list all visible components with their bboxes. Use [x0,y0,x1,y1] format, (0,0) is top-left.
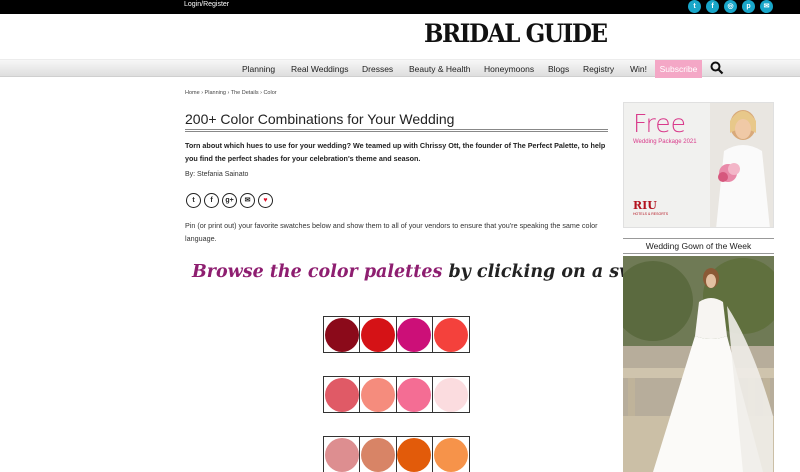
palette-row[interactable] [323,316,470,353]
color-swatch[interactable] [324,317,359,352]
sidebar-ad[interactable]: Free Wedding Package 2021 RIU HOTELS & R… [623,102,774,228]
ad-brand-subtext: HOTELS & RESORTS [633,212,669,216]
color-swatch[interactable] [324,437,359,472]
swatch-cell[interactable] [433,437,469,472]
swatch-cell[interactable] [397,317,433,352]
nav-item-planning[interactable]: Planning [242,64,275,74]
color-swatch[interactable] [433,317,468,352]
swatch-cell[interactable] [433,377,469,412]
google-plus-icon[interactable]: g+ [222,193,237,208]
twitter-icon[interactable]: t [186,193,201,208]
color-swatch[interactable] [324,377,359,412]
swatch-cell[interactable] [324,317,361,352]
pin-instructions: Pin (or print out) your favorite swatche… [185,221,598,243]
swatch-cell[interactable] [360,377,397,412]
swatch-cell[interactable] [360,317,397,352]
facebook-icon[interactable]: f [706,0,719,13]
color-swatch[interactable] [360,437,395,472]
nav-item-real-weddings[interactable]: Real Weddings [291,64,349,74]
gown-of-week-heading: Wedding Gown of the Week [623,238,774,254]
site-logo[interactable]: BRIDAL GUIDE [424,19,608,48]
nav-item-dresses[interactable]: Dresses [362,64,393,74]
pinterest-icon[interactable]: p [742,0,755,13]
search-icon[interactable] [710,61,724,75]
swatch-cell[interactable] [324,437,361,472]
byline: By: Stefania Sainato [185,171,249,178]
color-swatch[interactable] [397,317,432,352]
ad-brand-logo: RIU [633,199,657,212]
color-swatch[interactable] [433,437,468,472]
main-nav: Planning Real Weddings Dresses Beauty & … [0,59,800,78]
nav-item-blogs[interactable]: Blogs [548,64,569,74]
ad-title: Free [633,109,687,138]
email-icon[interactable]: ✉ [240,193,255,208]
share-buttons: t f g+ ✉ ♥ [186,193,273,208]
color-swatch[interactable] [360,377,395,412]
color-swatch[interactable] [433,377,468,412]
subscribe-button[interactable]: Subscribe [655,60,702,78]
facebook-icon[interactable]: f [204,193,219,208]
color-swatch[interactable] [397,437,432,472]
login-register-link[interactable]: Login/Register [184,1,229,8]
email-icon[interactable]: ✉ [760,0,773,13]
instagram-icon[interactable]: ◎ [724,0,737,13]
nav-item-win[interactable]: Win! [630,64,647,74]
swatch-cell[interactable] [433,317,469,352]
gown-photo[interactable] [623,256,774,472]
palette-row[interactable] [323,436,470,472]
page-title: 200+ Color Combinations for Your Wedding [185,111,455,127]
nav-item-beauty-health[interactable]: Beauty & Health [409,64,470,74]
bride-photo [710,103,773,227]
twitter-icon[interactable]: t [688,0,701,13]
title-divider [185,129,608,132]
swatch-cell[interactable] [397,377,433,412]
social-links: t f ◎ p ✉ [688,0,773,13]
swatch-cell[interactable] [360,437,397,472]
color-swatch[interactable] [360,317,395,352]
browse-heading-part1: Browse the color palettes [192,262,443,282]
breadcrumb[interactable]: Home › Planning › The Details › Color [185,90,277,96]
color-swatch[interactable] [397,377,432,412]
top-bar: Login/Register t f ◎ p ✉ [0,0,800,14]
nav-item-registry[interactable]: Registry [583,64,614,74]
heart-icon[interactable]: ♥ [258,193,273,208]
article-intro: Torn about which hues to use for your we… [185,141,606,163]
ad-subtitle: Wedding Package 2021 [633,139,697,145]
swatch-cell[interactable] [324,377,361,412]
browse-heading: Browse the color palettes by clicking on… [192,262,685,282]
palette-row[interactable] [323,376,470,413]
swatch-cell[interactable] [397,437,433,472]
nav-item-honeymoons[interactable]: Honeymoons [484,64,534,74]
